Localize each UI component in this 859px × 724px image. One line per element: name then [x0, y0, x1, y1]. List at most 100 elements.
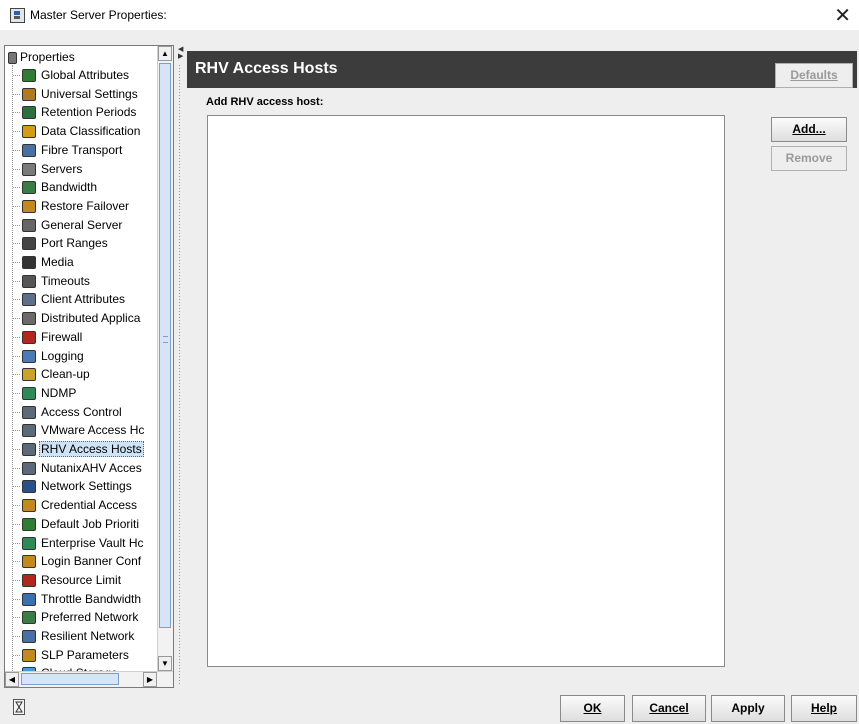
tree-item[interactable]: Preferred Network — [13, 608, 140, 626]
network-settings-icon — [22, 480, 36, 494]
ok-button[interactable]: OK — [560, 695, 625, 722]
horizontal-scroll-thumb[interactable] — [21, 673, 119, 685]
remove-button[interactable]: Remove — [771, 146, 847, 171]
tree-item-label: Distributed Applica — [41, 311, 141, 325]
pane-splitter[interactable]: ◀ ▶ — [176, 44, 184, 690]
tree-connector — [13, 169, 20, 171]
tree-connector — [13, 655, 20, 657]
tree-item[interactable]: Logging — [13, 347, 86, 365]
server-icon — [22, 163, 36, 177]
tree-item[interactable]: Credential Access — [13, 496, 139, 514]
restore-failover-icon — [22, 200, 36, 214]
tree-item[interactable]: Enterprise Vault Hc — [13, 534, 146, 552]
tree-item[interactable]: Resilient Network — [13, 627, 136, 645]
tree-item[interactable]: Access Control — [13, 403, 124, 421]
tree-item[interactable]: Restore Failover — [13, 197, 131, 215]
tree-item[interactable]: Media — [13, 253, 76, 271]
cancel-button[interactable]: Cancel — [632, 695, 706, 722]
help-button-label: Help — [810, 701, 837, 715]
login-banner-icon — [22, 555, 36, 569]
tree-item[interactable]: Throttle Bandwidth — [13, 590, 143, 608]
tree-item[interactable]: NutanixAHV Acces — [13, 459, 144, 477]
tree-item[interactable]: Cloud Storage — [13, 664, 120, 671]
splitter-grip[interactable] — [178, 64, 181, 684]
tree-item[interactable]: Clean-up — [13, 365, 92, 383]
tree-root[interactable]: Properties — [8, 49, 75, 66]
tree-item[interactable]: Resource Limit — [13, 571, 123, 589]
tree-connector — [13, 187, 20, 189]
tree-item-label: Credential Access — [41, 498, 138, 512]
hourglass-icon[interactable] — [13, 699, 25, 715]
tree-item[interactable]: Retention Periods — [13, 103, 138, 121]
tree-connector — [13, 206, 20, 208]
tree-item[interactable]: Login Banner Conf — [13, 552, 143, 570]
tree-connector — [13, 617, 20, 619]
tree-connector — [13, 112, 20, 114]
tree-connector — [13, 150, 20, 152]
settings-icon — [22, 88, 36, 102]
tree-item[interactable]: General Server — [13, 216, 124, 234]
tree-item[interactable]: Default Job Prioriti — [13, 515, 141, 533]
tree-item[interactable]: Bandwidth — [13, 178, 99, 196]
tree-item[interactable]: Fibre Transport — [13, 141, 124, 159]
credential-access-icon — [22, 499, 36, 513]
tree-item[interactable]: VMware Access Hc — [13, 421, 146, 439]
tree-connector — [13, 505, 20, 507]
scroll-up-arrow-icon[interactable]: ▲ — [158, 46, 172, 61]
help-button[interactable]: Help — [791, 695, 857, 722]
tree-horizontal-scrollbar[interactable]: ◀ ▶ — [5, 671, 173, 687]
tree-item[interactable]: Global Attributes — [13, 66, 131, 84]
tree-item[interactable]: Universal Settings — [13, 85, 140, 103]
tree-connector — [13, 225, 20, 227]
panel-title: RHV Access Hosts — [195, 60, 338, 77]
tree-connector — [13, 75, 20, 77]
slp-parameters-icon — [22, 649, 36, 663]
tree-vertical-scrollbar[interactable]: ▲ ▼ — [157, 46, 173, 671]
tree-connector — [13, 599, 20, 601]
tree-item-label: Fibre Transport — [41, 143, 123, 157]
media-icon — [22, 256, 36, 270]
tree-item-label: Retention Periods — [41, 105, 137, 119]
globe-icon — [22, 69, 36, 83]
tree-item-label: Throttle Bandwidth — [41, 592, 142, 606]
tree-item[interactable]: Client Attributes — [13, 290, 127, 308]
tree-connector — [13, 543, 20, 545]
ok-button-label: OK — [583, 701, 602, 715]
tree-item[interactable]: Distributed Applica — [13, 309, 142, 327]
rhv-hosts-list[interactable] — [207, 115, 725, 667]
apply-button[interactable]: Apply — [711, 695, 785, 722]
tree-item-label: Restore Failover — [41, 199, 130, 213]
tree-connector — [13, 281, 20, 283]
panel-header: RHV Access Hosts Defaults — [187, 51, 857, 88]
tree-item-label: Clean-up — [41, 367, 90, 381]
tree-item[interactable]: Timeouts — [13, 272, 92, 290]
tree-connector — [13, 524, 20, 526]
vertical-scroll-thumb[interactable] — [159, 63, 171, 628]
dialog-body: Properties Global Attributes Universal Se… — [0, 30, 859, 724]
tree-item[interactable]: Port Ranges — [13, 234, 110, 252]
tree-connector — [13, 412, 20, 414]
tree-item-label: Timeouts — [41, 274, 90, 288]
tree-item[interactable]: Firewall — [13, 328, 84, 346]
tree-item[interactable]: Data Classification — [13, 122, 142, 140]
tree-item[interactable]: RHV Access Hosts — [13, 440, 144, 458]
defaults-button[interactable]: Defaults — [775, 63, 853, 88]
title-bar: Master Server Properties: ✕ — [0, 0, 859, 30]
tree-item[interactable]: SLP Parameters — [13, 646, 131, 664]
scroll-down-arrow-icon[interactable]: ▼ — [158, 656, 172, 671]
collapse-left-arrow-icon[interactable]: ◀ ▶ — [178, 46, 183, 60]
tree-item[interactable]: Network Settings — [13, 477, 134, 495]
apply-button-label: Apply — [731, 701, 765, 715]
close-icon[interactable]: ✕ — [834, 3, 851, 27]
tree-connector — [13, 299, 20, 301]
scroll-left-arrow-icon[interactable]: ◀ — [5, 672, 19, 687]
scroll-right-arrow-icon[interactable]: ▶ — [143, 672, 157, 687]
add-button[interactable]: Add... — [771, 117, 847, 142]
tree-item[interactable]: NDMP — [13, 384, 78, 402]
tree-connector — [13, 262, 20, 264]
tree-item-label: RHV Access Hosts — [39, 441, 144, 457]
tree-connector — [13, 94, 20, 96]
tree-connector — [13, 374, 20, 376]
tree-item[interactable]: Servers — [13, 160, 84, 178]
nutanix-hosts-icon — [22, 462, 36, 476]
